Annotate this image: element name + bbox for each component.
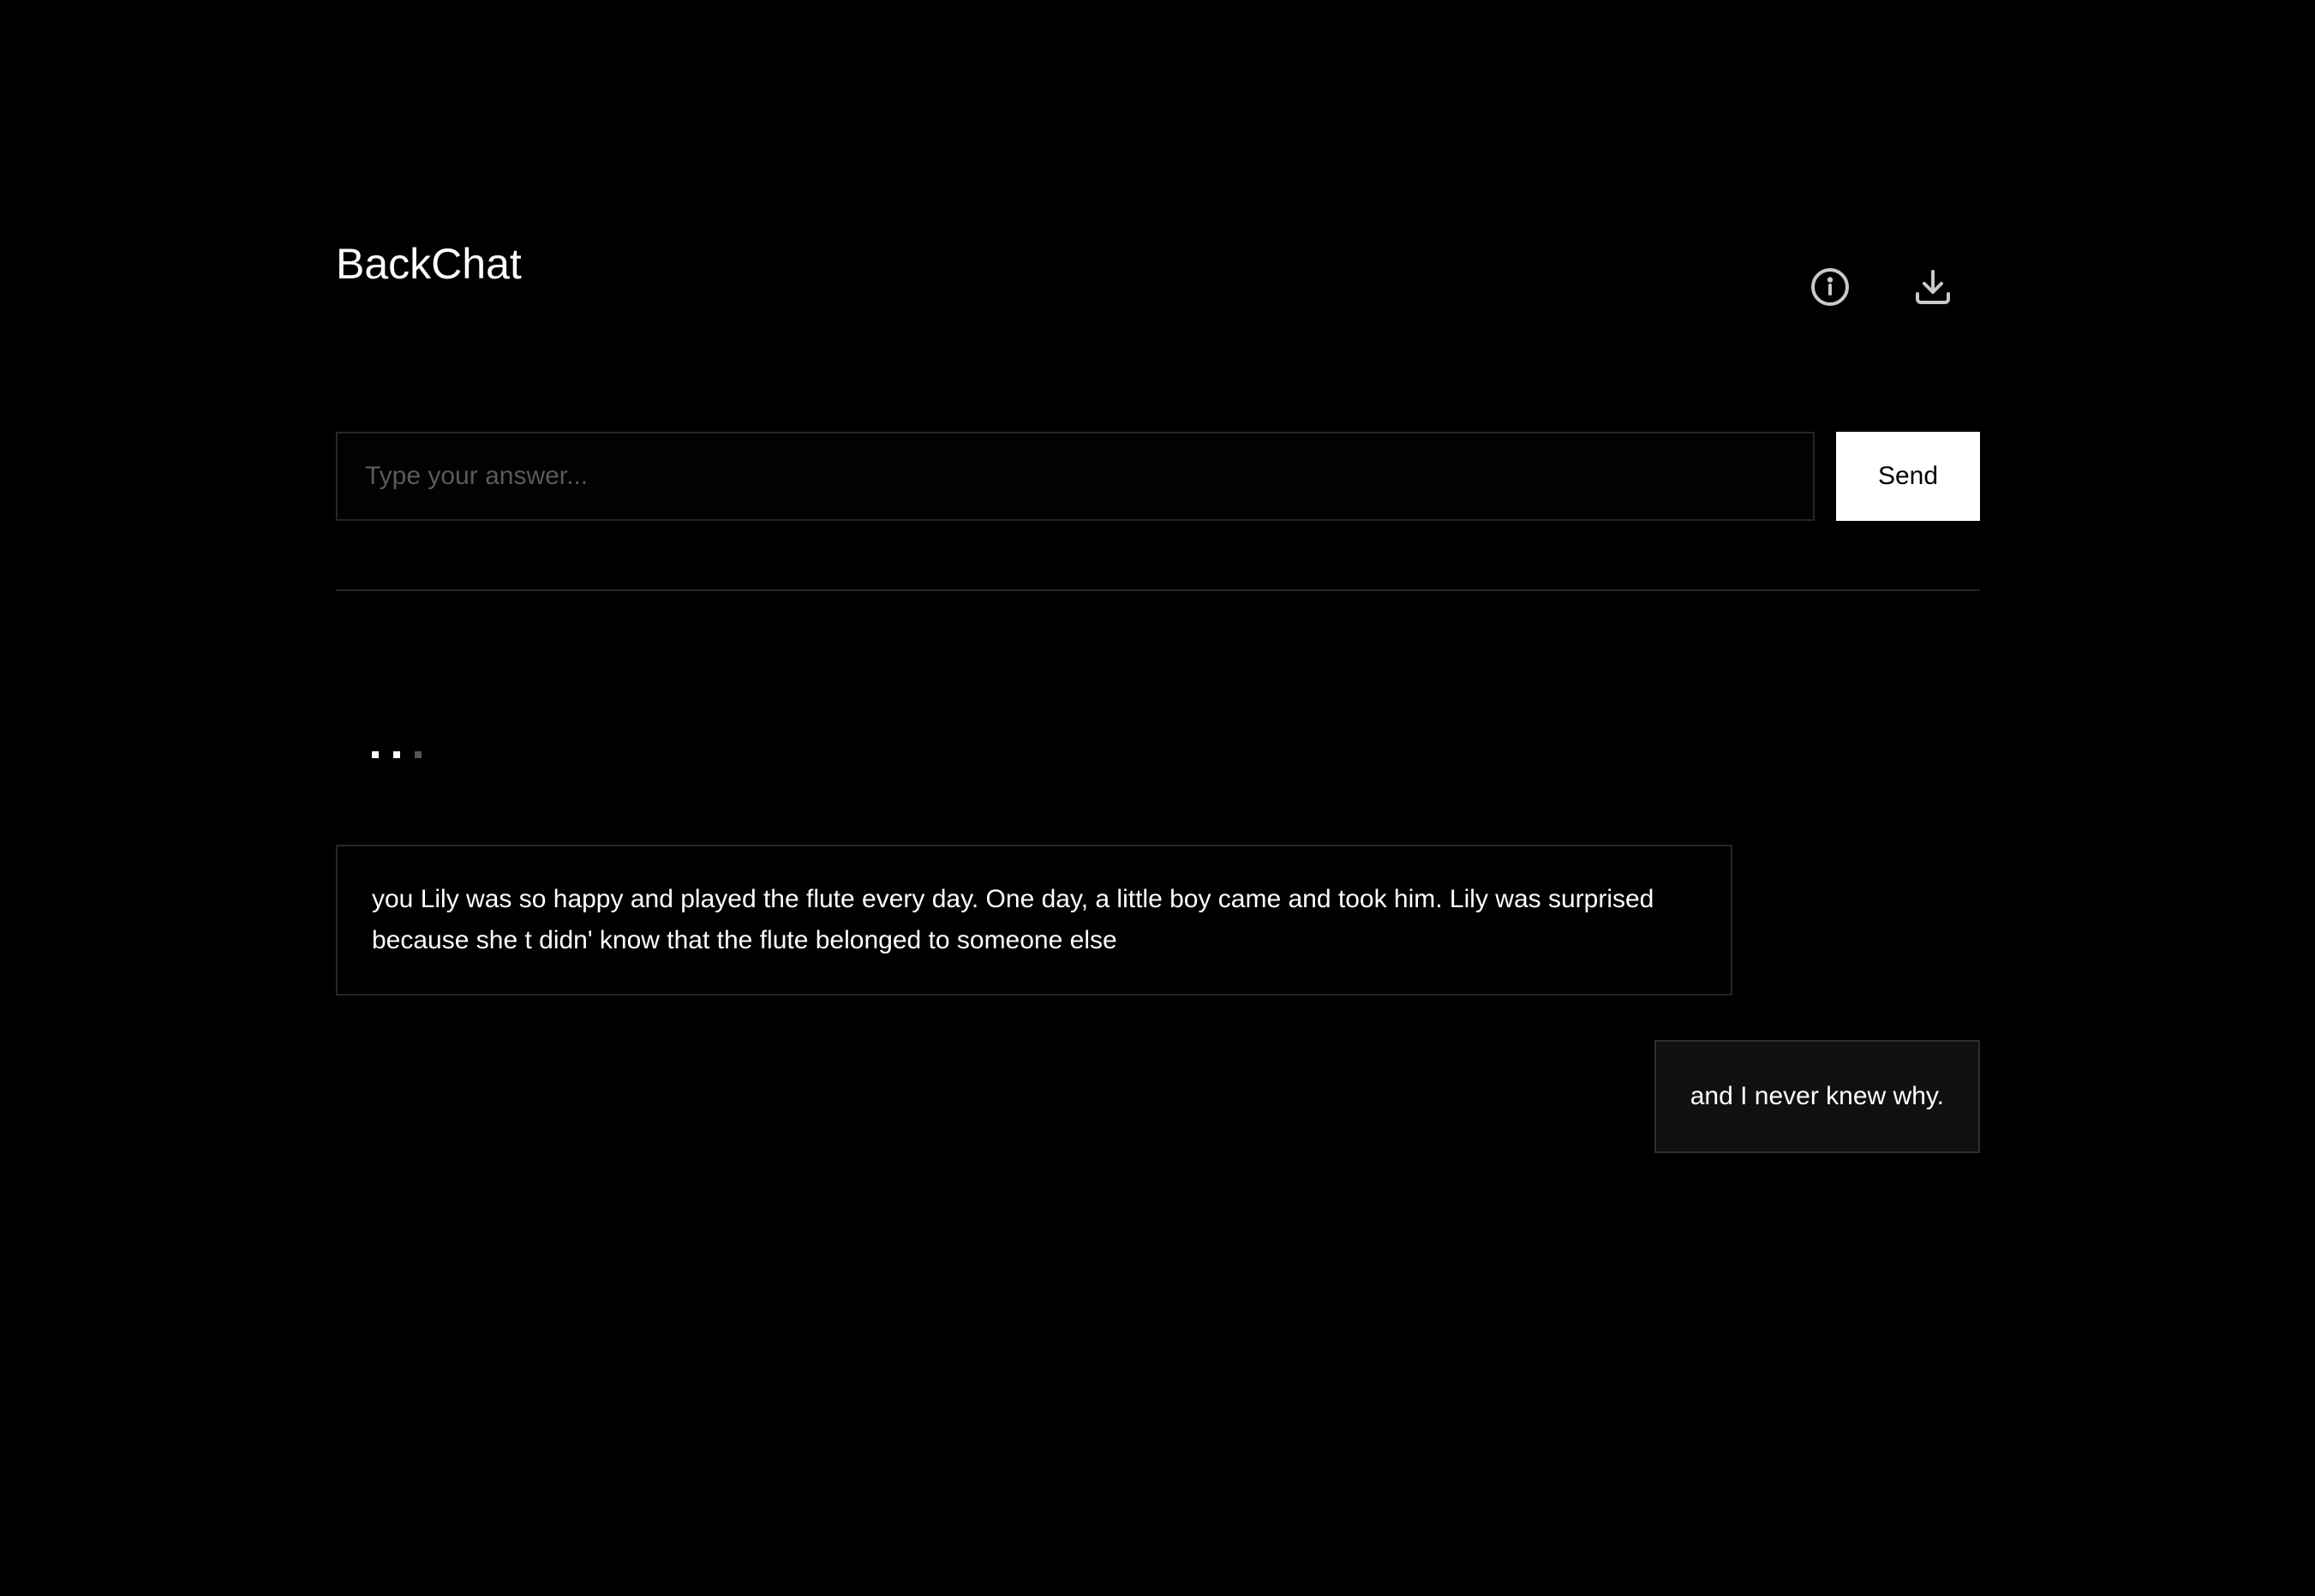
answer-input[interactable] bbox=[336, 432, 1815, 521]
info-circle-icon bbox=[1811, 268, 1849, 306]
divider bbox=[336, 589, 1980, 591]
app-title: BackChat bbox=[336, 240, 522, 288]
user-message: and I never knew why. bbox=[1654, 1040, 1980, 1153]
download-icon bbox=[1916, 270, 1950, 304]
typing-dot bbox=[372, 751, 379, 758]
app-container: BackChat Send you Lily was so happy and … bbox=[336, 0, 1980, 1596]
typing-indicator bbox=[372, 751, 422, 758]
bot-message: you Lily was so happy and played the flu… bbox=[336, 845, 1732, 995]
typing-dot bbox=[393, 751, 400, 758]
info-button[interactable] bbox=[1810, 266, 1851, 308]
download-button[interactable] bbox=[1912, 266, 1953, 308]
composer: Send bbox=[336, 432, 1980, 521]
send-button[interactable]: Send bbox=[1836, 432, 1980, 521]
header-actions bbox=[1810, 266, 1953, 308]
typing-dot bbox=[415, 751, 422, 758]
